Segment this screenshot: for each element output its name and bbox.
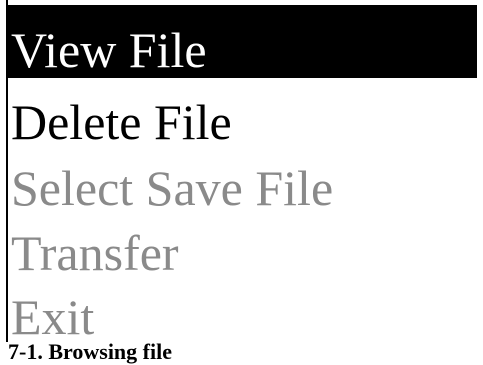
menu-item-select-save-file[interactable]: Select Save File — [8, 155, 477, 221]
file-menu: View File Delete File Select Save File T… — [6, 0, 483, 345]
menu-item-view-file[interactable]: View File — [8, 5, 477, 78]
menu-item-transfer[interactable]: Transfer — [8, 220, 477, 286]
figure-caption: 7-1. Browsing file — [8, 339, 172, 364]
menu-item-delete-file[interactable]: Delete File — [8, 89, 477, 155]
